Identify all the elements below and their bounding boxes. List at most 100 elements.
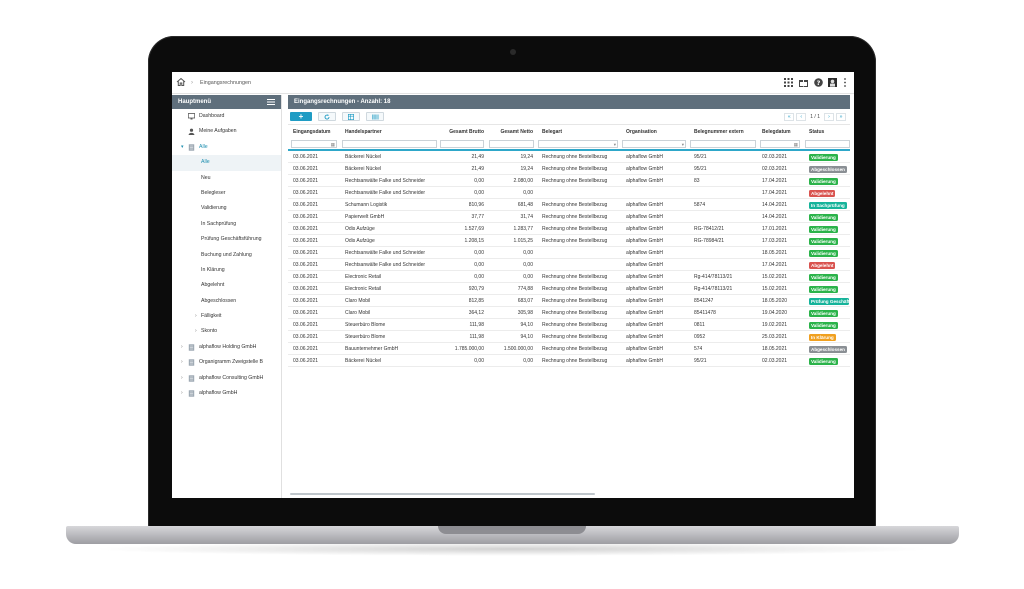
- table-cell: Rechtsanwälte Falke und Schneider: [345, 178, 426, 184]
- menu-icon[interactable]: [267, 98, 275, 106]
- column-header[interactable]: Gesamt Netto: [488, 129, 533, 135]
- table-cell: 03.06.2021: [293, 226, 319, 232]
- folder-icon: [188, 374, 195, 382]
- table-row[interactable]: 03.06.2021 Rechtsanwälte Falke und Schnei…: [288, 175, 850, 187]
- table-row[interactable]: 03.06.2021 Bäckerei Nückel 21,49 19,24 Rechn…: [288, 151, 850, 163]
- column-header[interactable]: Belegdatum: [762, 129, 791, 135]
- status-badge: In Klärung: [809, 334, 836, 341]
- add-button[interactable]: +: [290, 112, 312, 121]
- refresh-button[interactable]: [318, 112, 336, 121]
- chevron-right-icon[interactable]: ›: [181, 371, 183, 386]
- sidebar-item[interactable]: Belegleser: [172, 186, 281, 201]
- page-title: Eingangsrechnungen - Anzahl: 18: [288, 95, 850, 109]
- help-icon[interactable]: ?: [814, 78, 823, 87]
- apps-grid-icon[interactable]: [784, 78, 793, 87]
- table-cell: Schumann Logistik: [345, 202, 388, 208]
- chevron-down-icon[interactable]: ▾: [181, 140, 184, 155]
- sidebar-item[interactable]: › alphaflow Consulting GmbH: [172, 371, 281, 386]
- table-row[interactable]: 03.06.2021 Bäckerei Nückel 0,00 0,00 Rechnun…: [288, 355, 850, 367]
- filter-input[interactable]: [342, 140, 437, 148]
- gift-icon[interactable]: [799, 78, 808, 87]
- sidebar-item[interactable]: Neu: [172, 171, 281, 186]
- table-row[interactable]: 03.06.2021 Claro Mobil 364,12 305,98 Rechnun…: [288, 307, 850, 319]
- sidebar-item[interactable]: › Skonto: [172, 324, 281, 339]
- table-row[interactable]: 03.06.2021 Rechtsanwälte Falke und Schnei…: [288, 259, 850, 271]
- sidebar-item[interactable]: Validierung: [172, 201, 281, 216]
- sidebar-item[interactable]: Abgeschlossen: [172, 294, 281, 309]
- chevron-right-icon[interactable]: ›: [181, 386, 183, 401]
- table-cell: Rechnung ohne Bestellbezug: [542, 298, 608, 304]
- sidebar-item[interactable]: Dashboard: [172, 109, 281, 124]
- table-row[interactable]: 03.06.2021 Papierwelt GmbH 37,77 31,74 Rechn…: [288, 211, 850, 223]
- chevron-right-icon[interactable]: ›: [181, 355, 183, 370]
- table-cell: 03.06.2021: [293, 238, 319, 244]
- sidebar-item[interactable]: In Klärung: [172, 263, 281, 278]
- table-row[interactable]: 03.06.2021 Electronic Retail 0,00 0,00 Rechn…: [288, 271, 850, 283]
- column-header[interactable]: Organisation: [626, 129, 657, 135]
- table-row[interactable]: 03.06.2021 Steuerbüro Blome 111,98 94,10 Rec…: [288, 319, 850, 331]
- sidebar-item[interactable]: Alle: [172, 155, 281, 171]
- table-row[interactable]: 03.06.2021 Bäckerei Nückel 21,49 19,24 Rechn…: [288, 163, 850, 175]
- home-icon[interactable]: [176, 77, 186, 87]
- column-header[interactable]: Belegnummer extern: [694, 129, 744, 135]
- table-row[interactable]: 03.06.2021 Rechtsanwälte Falke und Schnei…: [288, 247, 850, 259]
- table-cell: Rechnung ohne Bestellbezug: [542, 310, 608, 316]
- avatar[interactable]: [828, 78, 837, 87]
- next-page-button[interactable]: ›: [824, 112, 834, 121]
- sidebar-item[interactable]: Buchung und Zahlung: [172, 248, 281, 263]
- table-row[interactable]: 03.06.2021 Odis Aufzüge 1.208,15 1.015,25 Re…: [288, 235, 850, 247]
- filter-input[interactable]: [440, 140, 484, 148]
- table-row[interactable]: 03.06.2021 Odis Aufzüge 1.527,69 1.283,77 Re…: [288, 223, 850, 235]
- sidebar-item[interactable]: ▾ Alle: [172, 140, 281, 155]
- table-cell: 37,77: [471, 214, 484, 220]
- column-header[interactable]: Gesamt Brutto: [440, 129, 484, 135]
- table-cell: 0,00: [474, 262, 484, 268]
- export-excel-button[interactable]: [342, 112, 360, 121]
- column-header[interactable]: Eingangsdatum: [293, 129, 331, 135]
- table-cell: 17.01.2021: [762, 226, 788, 232]
- table-row[interactable]: 03.06.2021 Rechtsanwälte Falke und Schnei…: [288, 187, 850, 199]
- table-cell: alphaflow GmbH: [626, 226, 663, 232]
- table-cell: 83: [694, 178, 700, 184]
- sidebar-item-label: Prüfung Geschäftsführung: [201, 236, 262, 243]
- sidebar-item[interactable]: Prüfung Geschäftsführung: [172, 232, 281, 247]
- chevron-right-icon[interactable]: ›: [195, 309, 197, 324]
- sidebar-item[interactable]: Abgelehnt: [172, 278, 281, 293]
- filter-input[interactable]: [805, 140, 850, 148]
- more-options-icon[interactable]: [843, 78, 847, 87]
- filter-input[interactable]: [690, 140, 756, 148]
- filter-input[interactable]: ▦: [291, 140, 337, 148]
- horizontal-scrollbar[interactable]: [290, 493, 595, 495]
- table-row[interactable]: 03.06.2021 Electronic Retail 920,79 774,88 R…: [288, 283, 850, 295]
- last-page-button[interactable]: »: [836, 112, 846, 121]
- chevron-right-icon[interactable]: ›: [181, 340, 183, 355]
- prev-page-button[interactable]: ‹: [796, 112, 807, 121]
- breadcrumb[interactable]: Eingangsrechnungen: [200, 80, 251, 86]
- filter-input[interactable]: [489, 140, 534, 148]
- filter-input[interactable]: ▾: [538, 140, 618, 148]
- sidebar-item[interactable]: In Sachprüfung: [172, 217, 281, 232]
- table-row[interactable]: 03.06.2021 Bauunternehmer GmbH 1.785.000,0…: [288, 343, 850, 355]
- sidebar-item[interactable]: › Fälligkeit: [172, 309, 281, 324]
- sidebar-item[interactable]: › Organigramm Zweigstelle B: [172, 355, 281, 370]
- column-header[interactable]: Belegart: [542, 129, 562, 135]
- table-cell: Rechnung ohne Bestellbezug: [542, 322, 608, 328]
- table-row[interactable]: 03.06.2021 Schumann Logistik 810,96 681,48 R…: [288, 199, 850, 211]
- column-header[interactable]: Status: [809, 129, 824, 135]
- scan-button[interactable]: [366, 112, 384, 121]
- status-badge: Validierung: [809, 322, 838, 329]
- first-page-button[interactable]: «: [784, 112, 795, 121]
- sidebar-item[interactable]: › alphaflow Holding GmbH: [172, 340, 281, 355]
- column-header[interactable]: Handelspartner: [345, 129, 382, 135]
- sidebar-item[interactable]: Meine Aufgaben: [172, 124, 281, 139]
- filter-input[interactable]: ▾: [622, 140, 686, 148]
- table-cell: RG-78412/21: [694, 226, 725, 232]
- table-row[interactable]: 03.06.2021 Steuerbüro Blome 111,98 94,10 Rec…: [288, 331, 850, 343]
- sidebar-item-label: Meine Aufgaben: [199, 128, 237, 135]
- chevron-right-icon[interactable]: ›: [195, 324, 197, 339]
- sidebar-item[interactable]: › alphaflow GmbH: [172, 386, 281, 401]
- table-row[interactable]: 03.06.2021 Claro Mobil 812,85 683,07 Rechnun…: [288, 295, 850, 307]
- table-cell: Rechnung ohne Bestellbezug: [542, 154, 608, 160]
- filter-input[interactable]: ▦: [760, 140, 800, 148]
- table-cell: Bäckerei Nückel: [345, 166, 382, 172]
